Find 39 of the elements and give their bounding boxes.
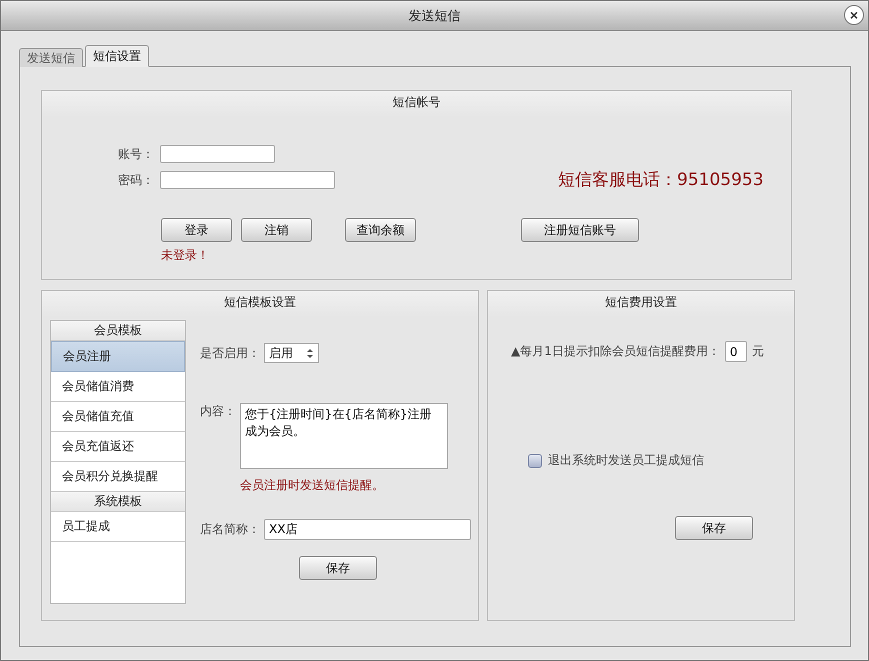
template-item[interactable]: 员工提成 [51,512,185,542]
section-title: 短信模板设置 [223,294,297,311]
field-label: 店名简称： [200,521,260,538]
checkbox[interactable] [528,454,542,468]
fee-field[interactable]: 0 [724,341,747,362]
field-label: 密码： [118,172,155,188]
input-field[interactable]: XX店 [264,519,471,540]
field-label: 账号： [118,146,155,162]
template-item[interactable]: 会员储值充值 [51,402,185,432]
action-button[interactable]: 注销 [241,218,312,242]
tab[interactable]: 发送短信 [19,48,83,67]
login-status: 未登录！ [161,247,210,264]
field-label: 内容： [200,403,236,420]
template-item[interactable]: 会员注册 [51,341,185,372]
input-field[interactable] [160,171,335,189]
group-header: 会员模板 [51,321,185,341]
save-button[interactable]: 保存 [675,516,753,540]
content-field[interactable]: 您于{注册时间}在{店名简称}注册成为会员。 [240,403,448,469]
hint-text: 会员注册时发送短信提醒。 [240,477,384,494]
hotline-text: 短信客服电话：95105953 [558,169,764,191]
tab[interactable]: 短信设置 [85,45,149,67]
section-title: 短信帐号 [392,94,442,111]
fee-label: ▲每月1日提示扣除会员短信提醒费用： [511,343,720,360]
template-item[interactable]: 会员储值消费 [51,372,185,402]
window-title: 发送短信 [408,8,460,24]
close-button[interactable]: × [844,5,864,25]
field-label: 是否启用： [200,344,260,362]
action-button[interactable]: 查询余额 [345,218,416,242]
unit-label: 元 [752,343,764,360]
save-button[interactable]: 保存 [299,556,377,580]
group-header: 系统模板 [51,492,185,512]
spinner-icon [306,348,314,358]
checkbox-label: 退出系统时发送员工提成短信 [548,452,704,469]
template-item[interactable]: 会员充值返还 [51,432,185,462]
register-button[interactable]: 注册短信账号 [521,218,639,242]
enabled-select[interactable]: 启用 [264,343,319,363]
input-field[interactable] [160,145,275,163]
action-button[interactable]: 登录 [161,218,232,242]
section-title: 短信费用设置 [604,294,678,311]
